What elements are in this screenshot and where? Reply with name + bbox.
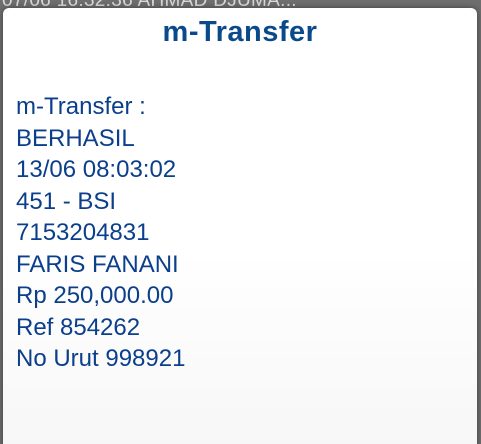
message-line-recipient-name: FARIS FANANI: [16, 250, 179, 278]
message-line-status: BERHASIL: [16, 124, 135, 152]
transfer-message: m-Transfer : BERHASIL 13/06 08:03:02 451…: [16, 91, 185, 375]
transfer-result-dialog: m-Transfer m-Transfer : BERHASIL 13/06 0…: [3, 8, 477, 444]
message-line-reference: Ref 854262: [16, 313, 141, 341]
message-line-amount: Rp 250,000.00: [16, 282, 174, 309]
message-line-datetime: 13/06 08:03:02: [16, 156, 177, 183]
message-line-header: m-Transfer :: [16, 93, 146, 120]
message-line-account-number: 7153204831: [16, 219, 150, 246]
message-line-bank: 451 - BSI: [16, 187, 117, 215]
dialog-title: m-Transfer: [162, 16, 318, 48]
screen: 07/06 16:32:36 AHMAD DJUMA... m-Transfer…: [0, 0, 481, 444]
message-line-sequence-number: No Urut 998921: [16, 345, 186, 372]
